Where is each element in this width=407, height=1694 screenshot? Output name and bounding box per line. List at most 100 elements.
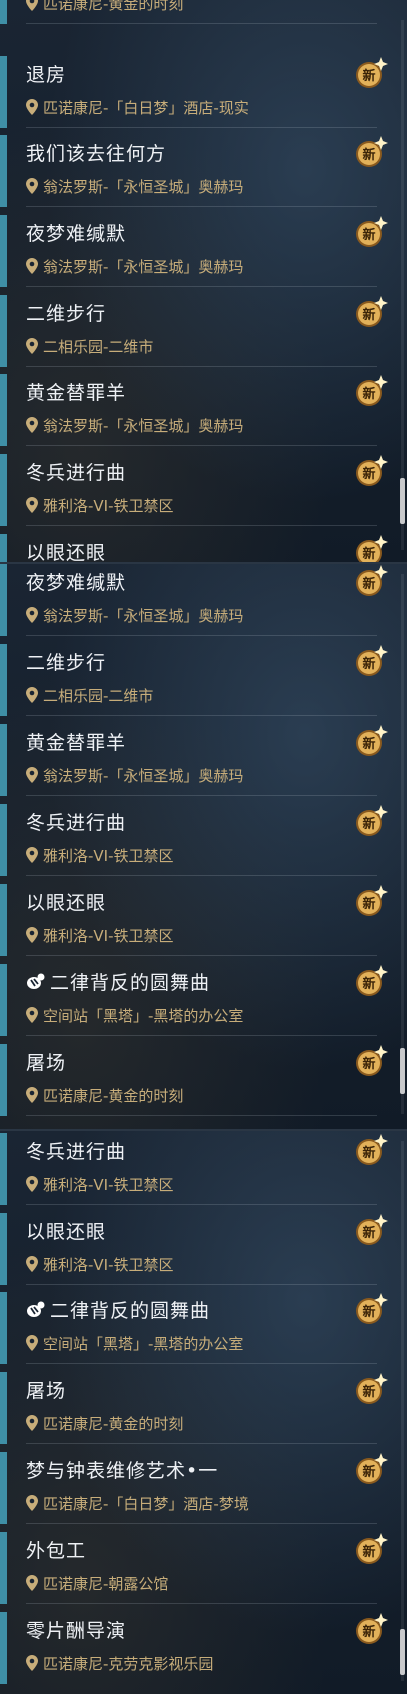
entry-accent-stripe <box>0 644 7 716</box>
mission-icon <box>27 1301 45 1317</box>
quest-entry[interactable]: 黄金替罪羊 翁法罗斯-「永恒圣城」奥赫玛 新 <box>0 720 407 796</box>
location-pin-icon <box>26 1655 38 1671</box>
quest-title: 二律背反的圆舞曲 <box>26 968 210 995</box>
new-badge-icon: 新 <box>356 965 388 996</box>
scrollbar-track[interactable] <box>401 1141 404 1681</box>
quest-entry[interactable]: 我们该去往何方 翁法罗斯-「永恒圣城」奥赫玛 新 <box>0 131 407 207</box>
quest-entry[interactable]: 以眼还眼 雅利洛-VI-铁卫禁区 新 <box>0 1209 407 1285</box>
location-pin-icon <box>26 1256 38 1272</box>
quest-entry[interactable]: 夜梦难缄默 翁法罗斯-「永恒圣城」奥赫玛 新 <box>0 211 407 287</box>
scrollbar-thumb[interactable] <box>400 1048 405 1094</box>
new-badge-icon: 新 <box>356 216 388 247</box>
new-badge-label: 新 <box>362 1624 375 1640</box>
new-badge-label: 新 <box>362 1225 375 1241</box>
divider <box>26 795 377 796</box>
location-pin-icon <box>26 99 38 115</box>
new-badge-label: 新 <box>362 68 375 84</box>
quest-location: 雅利洛-VI-铁卫禁区 <box>26 1254 174 1275</box>
quest-title: 冬兵进行曲 <box>26 462 127 484</box>
entry-accent-stripe <box>0 724 7 796</box>
divider <box>26 127 377 128</box>
new-badge-label: 新 <box>362 976 375 992</box>
divider <box>26 955 377 956</box>
quest-entry[interactable]: 黄金替罪羊 翁法罗斯-「永恒圣城」奥赫玛 新 <box>0 370 407 446</box>
location-pin-icon <box>26 1575 38 1591</box>
quest-location: 空间站「黑塔」-黑塔的办公室 <box>26 1333 243 1354</box>
new-badge-label: 新 <box>362 1464 375 1480</box>
location-pin-icon <box>26 1335 38 1351</box>
quest-entry[interactable]: 退房 匹诺康尼-「白日梦」酒店-现实 新 <box>0 52 407 128</box>
new-badge-icon: 新 <box>356 1214 388 1245</box>
new-badge-icon: 新 <box>356 57 388 88</box>
quest-entry[interactable]: 以眼还眼 新 <box>0 530 407 562</box>
quest-title: 黄金替罪羊 <box>26 382 127 404</box>
divider <box>26 525 377 526</box>
quest-location: 匹诺康尼-克劳克影视乐园 <box>26 1653 213 1674</box>
divider <box>26 715 377 716</box>
entry-accent-stripe <box>0 1372 7 1444</box>
quest-entry[interactable]: 匹诺康尼-黄金的时刻 新 <box>0 0 407 24</box>
new-badge-label: 新 <box>362 896 375 912</box>
new-badge-icon: 新 <box>356 645 388 676</box>
quest-entry[interactable]: 梦与钟表维修艺术•一 匹诺康尼-「白日梦」酒店-梦境 新 <box>0 1448 407 1524</box>
location-pin-icon <box>26 1087 38 1103</box>
entry-accent-stripe <box>0 1452 7 1524</box>
scrollbar-track[interactable] <box>401 574 404 1114</box>
location-pin-icon <box>26 1415 38 1431</box>
quest-title: 退房 <box>26 64 67 86</box>
divider <box>26 1603 377 1604</box>
location-pin-icon <box>26 1007 38 1023</box>
quest-entry[interactable]: 零片酬导演 匹诺康尼-克劳克影视乐园 新 <box>0 1608 407 1684</box>
new-badge-icon: 新 <box>356 725 388 756</box>
divider <box>26 23 377 24</box>
new-badge-icon: 新 <box>356 136 388 167</box>
quest-entry[interactable]: 外包工 匹诺康尼-朝露公馆 新 <box>0 1528 407 1604</box>
quest-location: 匹诺康尼-「白日梦」酒店-梦境 <box>26 1493 249 1514</box>
quest-location: 二相乐园-二维市 <box>26 336 153 357</box>
quest-entry[interactable]: 屠场 匹诺康尼-黄金的时刻 新 <box>0 1040 407 1116</box>
quest-entry[interactable]: 夜梦难缄默 翁法罗斯-「永恒圣城」奥赫玛 新 <box>0 564 407 636</box>
quest-entry[interactable]: 冬兵进行曲 雅利洛-VI-铁卫禁区 新 <box>0 450 407 526</box>
entry-accent-stripe <box>0 964 7 1036</box>
entry-accent-stripe <box>0 295 7 367</box>
new-badge-icon: 新 <box>356 1134 388 1165</box>
quest-entry[interactable]: 屠场 匹诺康尼-黄金的时刻 新 <box>0 1368 407 1444</box>
quest-location: 二相乐园-二维市 <box>26 685 153 706</box>
quest-title: 二维步行 <box>26 652 107 674</box>
scrollbar-track[interactable] <box>401 20 404 550</box>
quest-location: 雅利洛-VI-铁卫禁区 <box>26 495 174 516</box>
quest-location: 翁法罗斯-「永恒圣城」奥赫玛 <box>26 415 243 436</box>
location-pin-icon <box>26 258 38 274</box>
scrollbar-thumb[interactable] <box>400 478 405 524</box>
entry-accent-stripe <box>0 454 7 526</box>
entry-accent-stripe <box>0 135 7 207</box>
quest-entry[interactable]: 冬兵进行曲 雅利洛-VI-铁卫禁区 新 <box>0 1131 407 1205</box>
new-badge-icon: 新 <box>356 455 388 486</box>
new-badge-label: 新 <box>362 1384 375 1400</box>
divider <box>26 1284 377 1285</box>
entry-accent-stripe <box>0 1133 7 1205</box>
entry-accent-stripe <box>0 215 7 287</box>
entry-accent-stripe <box>0 56 7 128</box>
quest-entry[interactable]: 二律背反的圆舞曲 空间站「黑塔」-黑塔的办公室 新 <box>0 960 407 1036</box>
new-badge-label: 新 <box>362 1145 375 1161</box>
quest-list-panel-1: 匹诺康尼-黄金的时刻 新 退房 匹诺康尼-「白日梦」酒店-现实 新 我们该去往何… <box>0 0 407 562</box>
divider <box>26 1523 377 1524</box>
entry-accent-stripe <box>0 374 7 446</box>
quest-location: 翁法罗斯-「永恒圣城」奥赫玛 <box>26 765 243 786</box>
quest-entry[interactable]: 二律背反的圆舞曲 空间站「黑塔」-黑塔的办公室 新 <box>0 1288 407 1364</box>
scrollbar-thumb[interactable] <box>400 1629 405 1675</box>
quest-entry[interactable]: 二维步行 二相乐园-二维市 新 <box>0 640 407 716</box>
new-badge-label: 新 <box>362 1056 375 1072</box>
location-pin-icon <box>26 1176 38 1192</box>
divider <box>26 366 377 367</box>
quest-entry[interactable]: 以眼还眼 雅利洛-VI-铁卫禁区 新 <box>0 880 407 956</box>
new-badge-icon: 新 <box>356 1613 388 1644</box>
quest-entry[interactable]: 冬兵进行曲 雅利洛-VI-铁卫禁区 新 <box>0 800 407 876</box>
quest-list-panel-2: 夜梦难缄默 翁法罗斯-「永恒圣城」奥赫玛 新 二维步行 二相乐园-二维市 新 黄… <box>0 562 407 1129</box>
quest-location: 空间站「黑塔」-黑塔的办公室 <box>26 1005 243 1026</box>
quest-entry[interactable]: 二维步行 二相乐园-二维市 新 <box>0 291 407 367</box>
entry-accent-stripe <box>0 1532 7 1604</box>
quest-title: 我们该去往何方 <box>26 143 167 165</box>
entry-accent-stripe <box>0 1044 7 1116</box>
